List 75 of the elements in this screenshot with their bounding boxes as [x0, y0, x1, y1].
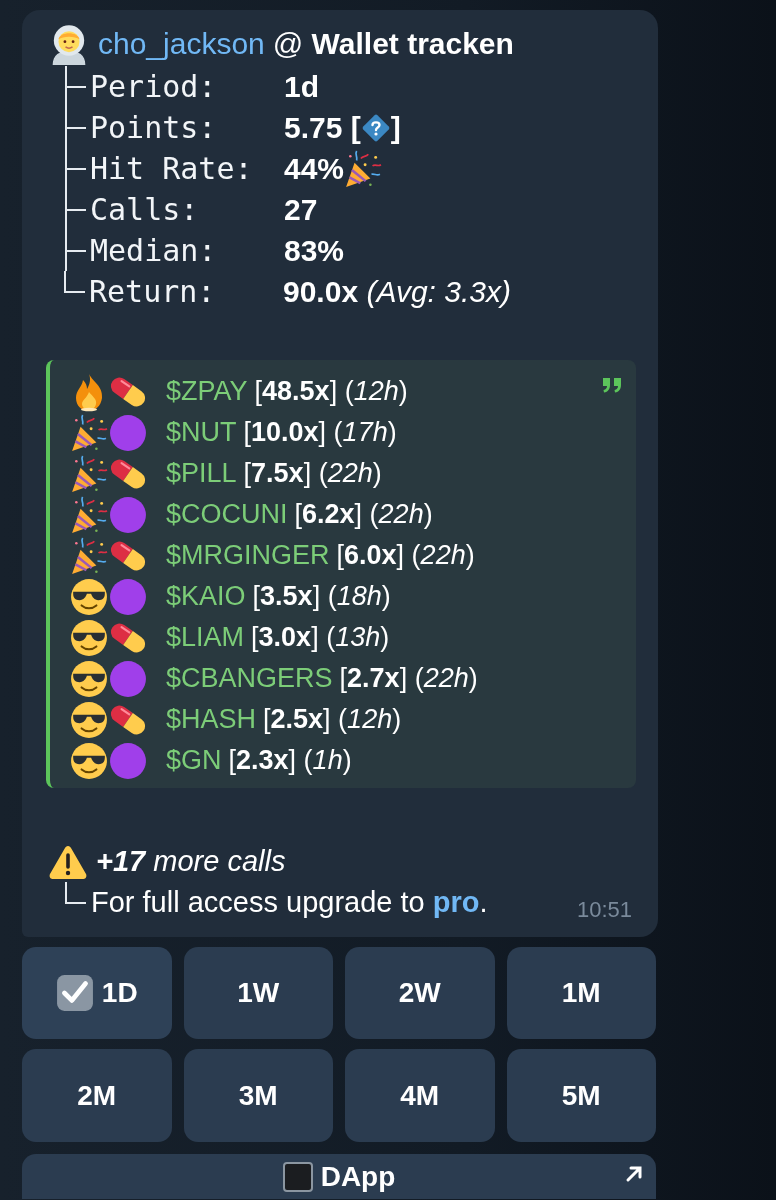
call-result: [2.7x] (22h): [339, 663, 478, 694]
call-result: [3.0x] (13h): [251, 622, 390, 653]
ticker-link[interactable]: $LIAM: [166, 622, 245, 653]
stat-value: 83%: [284, 233, 345, 268]
circle-icon: [109, 413, 147, 452]
sunglasses-face-icon: [70, 700, 108, 739]
ticker-link[interactable]: $KAIO: [166, 581, 246, 612]
bracket-text: ]: [390, 110, 401, 145]
period-button[interactable]: 5M: [506, 1049, 656, 1142]
circle-icon: [109, 495, 147, 534]
circle-icon: [109, 577, 147, 616]
ticker-link[interactable]: $ZPAY: [166, 376, 248, 407]
tree-corner-icon: [65, 882, 86, 904]
call-result: [10.0x] (17h): [243, 417, 397, 448]
bot-title: @ Wallet tracken: [272, 27, 514, 61]
tree-branch-icon: [64, 107, 86, 148]
sunglasses-face-icon: [70, 577, 108, 616]
tree-branch-icon: [64, 148, 86, 189]
stat-label: Calls:: [90, 192, 200, 227]
party-popper-icon: [70, 536, 108, 575]
stat-label: Period:: [90, 69, 218, 104]
warning-icon: [48, 843, 88, 880]
tree-branch-icon: [64, 189, 86, 230]
tree-branch-icon: [64, 66, 86, 107]
stat-value: 44%: [284, 151, 345, 186]
period-button[interactable]: 2W: [345, 947, 495, 1039]
stat-value: 90.0x (Avg: 3.3x): [283, 274, 511, 309]
pro-link[interactable]: pro: [432, 886, 480, 918]
sunglasses-face-icon: [70, 659, 108, 698]
ticker-link[interactable]: $CBANGERS: [166, 663, 333, 694]
ticker-link[interactable]: $HASH: [166, 704, 257, 735]
party-popper-icon: [70, 495, 108, 534]
period-button[interactable]: 1D: [22, 947, 172, 1039]
circle-icon: [109, 741, 147, 780]
call-result: [48.5x] (12h): [254, 376, 408, 407]
call-result: [3.5x] (18h): [252, 581, 391, 612]
party-popper-icon: [70, 413, 108, 452]
call-result: [6.2x] (22h): [294, 499, 433, 530]
period-button[interactable]: 2M: [22, 1049, 172, 1142]
stat-value: 5.75 [: [284, 110, 361, 145]
circle-icon: [109, 659, 147, 698]
call-result: [7.5x] (22h): [243, 458, 382, 489]
period-button[interactable]: 4M: [345, 1049, 495, 1142]
upgrade-text: For full access upgrade to pro.: [91, 886, 488, 919]
call-result: [2.5x] (12h): [263, 704, 402, 735]
period-button[interactable]: 1M: [506, 947, 656, 1039]
username-link[interactable]: cho_jackson: [98, 27, 265, 61]
stat-label: Median:: [90, 233, 218, 268]
party-popper-icon: [344, 149, 383, 188]
ticker-link[interactable]: $PILL: [166, 458, 237, 489]
quote-mark-icon: [602, 377, 622, 393]
sunglasses-face-icon: [70, 741, 108, 780]
stat-label: Hit Rate:: [90, 151, 254, 186]
stat-label: Return:: [89, 274, 217, 309]
ticker-link[interactable]: $COCUNI: [166, 499, 288, 530]
stat-value: 27: [284, 192, 318, 227]
app-button[interactable]: DApp: [22, 1154, 656, 1199]
call-result: [2.3x] (1h): [228, 745, 352, 776]
ticker-link[interactable]: $NUT: [166, 417, 237, 448]
tree-corner-icon: [64, 271, 85, 293]
party-popper-icon: [70, 454, 108, 493]
stat-label: Points:: [90, 110, 218, 145]
tree-branch-icon: [64, 230, 86, 271]
more-calls-text: +17 more calls: [96, 845, 286, 878]
sunglasses-face-icon: [70, 618, 108, 657]
checkbox-checked-icon: [55, 974, 94, 1012]
call-result: [6.0x] (22h): [336, 540, 475, 571]
external-arrow-icon: [624, 1164, 644, 1184]
period-button[interactable]: 1W: [183, 947, 333, 1039]
message-time: 10:51: [576, 897, 632, 923]
ticker-link[interactable]: $GN: [166, 745, 222, 776]
square-icon: [282, 1161, 313, 1192]
period-button[interactable]: 3M: [183, 1049, 333, 1142]
stat-value: 1d: [284, 69, 319, 104]
ticker-link[interactable]: $MRGINGER: [166, 540, 330, 571]
